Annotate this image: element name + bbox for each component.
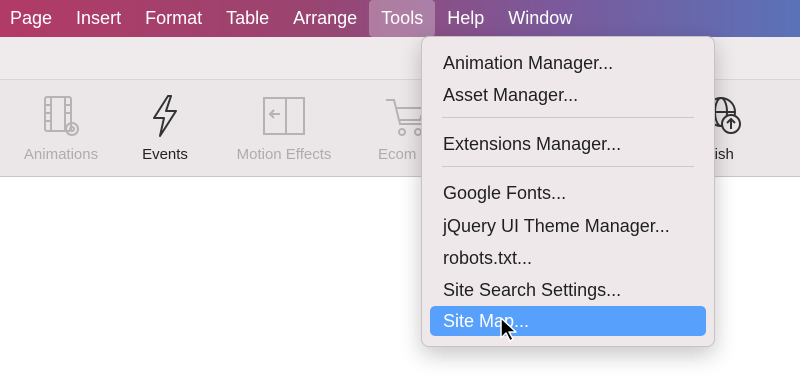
film-gear-icon — [44, 96, 79, 136]
menu-help[interactable]: Help — [435, 0, 496, 37]
toolbar-events-button[interactable]: Events — [128, 92, 202, 163]
menu-separator — [442, 166, 694, 167]
toolbar-animations-button[interactable]: Animations — [17, 92, 105, 163]
menu-item-extensions-manager[interactable]: Extensions Manager... — [430, 129, 706, 159]
tools-dropdown-menu: Animation Manager... Asset Manager... Ex… — [421, 36, 715, 347]
mouse-cursor-icon — [500, 317, 517, 342]
menu-item-jquery-ui-theme-manager[interactable]: jQuery UI Theme Manager... — [430, 211, 706, 241]
toolbar-animations-label: Animations — [23, 146, 99, 163]
menu-format[interactable]: Format — [133, 0, 214, 37]
menu-bar: Page Insert Format Table Arrange Tools H… — [0, 0, 800, 37]
toolbar-ecommerce-button[interactable]: Ecom — [378, 92, 424, 163]
menu-page[interactable]: Page — [0, 0, 64, 37]
menu-item-site-search-settings[interactable]: Site Search Settings... — [430, 275, 706, 305]
menu-item-site-map[interactable]: Site Map... — [430, 306, 706, 336]
menu-item-animation-manager[interactable]: Animation Manager... — [430, 48, 706, 78]
menu-item-robots-txt[interactable]: robots.txt... — [430, 243, 706, 273]
menu-tools[interactable]: Tools — [369, 0, 436, 37]
motion-effects-icon — [263, 97, 305, 135]
menu-separator — [442, 117, 694, 118]
menu-insert[interactable]: Insert — [64, 0, 133, 37]
menu-window[interactable]: Window — [496, 0, 584, 37]
toolbar-motion-effects-label: Motion Effects — [236, 146, 332, 163]
cart-icon — [386, 99, 424, 136]
toolbar-events-label: Events — [142, 146, 188, 163]
menu-arrange[interactable]: Arrange — [281, 0, 369, 37]
toolbar-ecommerce-label: Ecom — [378, 146, 417, 163]
menu-item-google-fonts[interactable]: Google Fonts... — [430, 178, 706, 208]
menu-item-asset-manager[interactable]: Asset Manager... — [430, 80, 706, 110]
menu-table[interactable]: Table — [214, 0, 281, 37]
toolbar-motion-effects-button[interactable]: Motion Effects — [225, 92, 343, 163]
lightning-icon — [153, 95, 177, 137]
